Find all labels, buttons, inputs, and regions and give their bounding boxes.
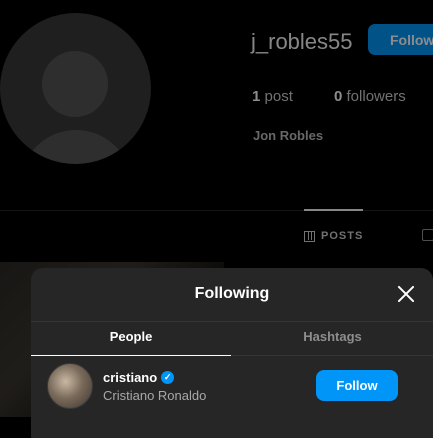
tab-hashtags[interactable]: Hashtags — [232, 329, 433, 344]
follow-button[interactable]: Follow — [316, 370, 398, 401]
tab-people[interactable]: People — [31, 329, 231, 344]
list-item-username-row: cristiano ✓ — [103, 370, 175, 385]
list-item-username[interactable]: cristiano — [103, 370, 157, 385]
verified-badge-icon: ✓ — [161, 371, 175, 384]
close-icon[interactable] — [395, 283, 417, 305]
following-dialog: Following People Hashtags cristiano ✓ Cr… — [31, 268, 433, 438]
avatar[interactable] — [47, 363, 93, 409]
dialog-title: Following — [194, 285, 270, 302]
dialog-header-divider — [31, 321, 433, 322]
list-item[interactable]: cristiano ✓ Cristiano Ronaldo Follow — [31, 356, 433, 416]
list-item-full-name: Cristiano Ronaldo — [103, 388, 207, 403]
